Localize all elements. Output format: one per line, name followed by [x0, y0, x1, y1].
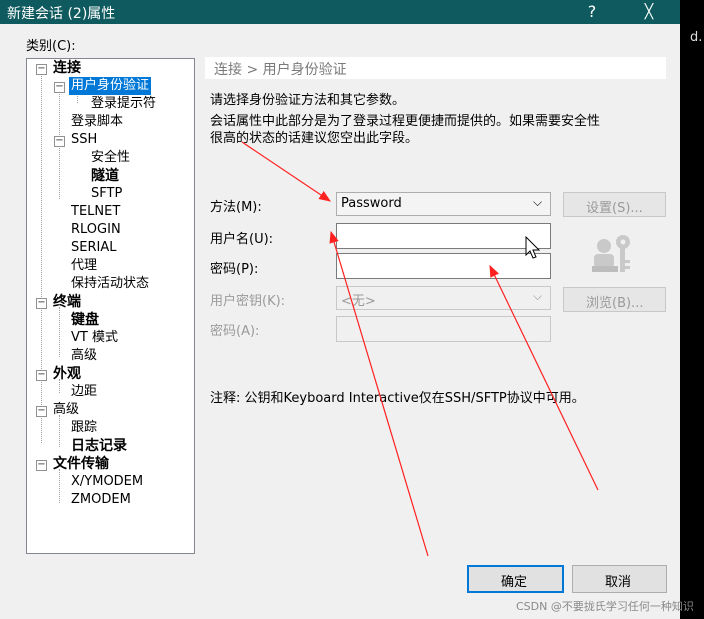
- watermark: CSDN @不要拢氏学习任何一种知识: [516, 600, 694, 613]
- arrow-to-method: [241, 141, 331, 202]
- arrow-to-username: [329, 230, 429, 557]
- arrow-to-password: [489, 264, 599, 491]
- annotation-arrows: [241, 141, 599, 557]
- mouse-cursor-icon: [525, 236, 541, 259]
